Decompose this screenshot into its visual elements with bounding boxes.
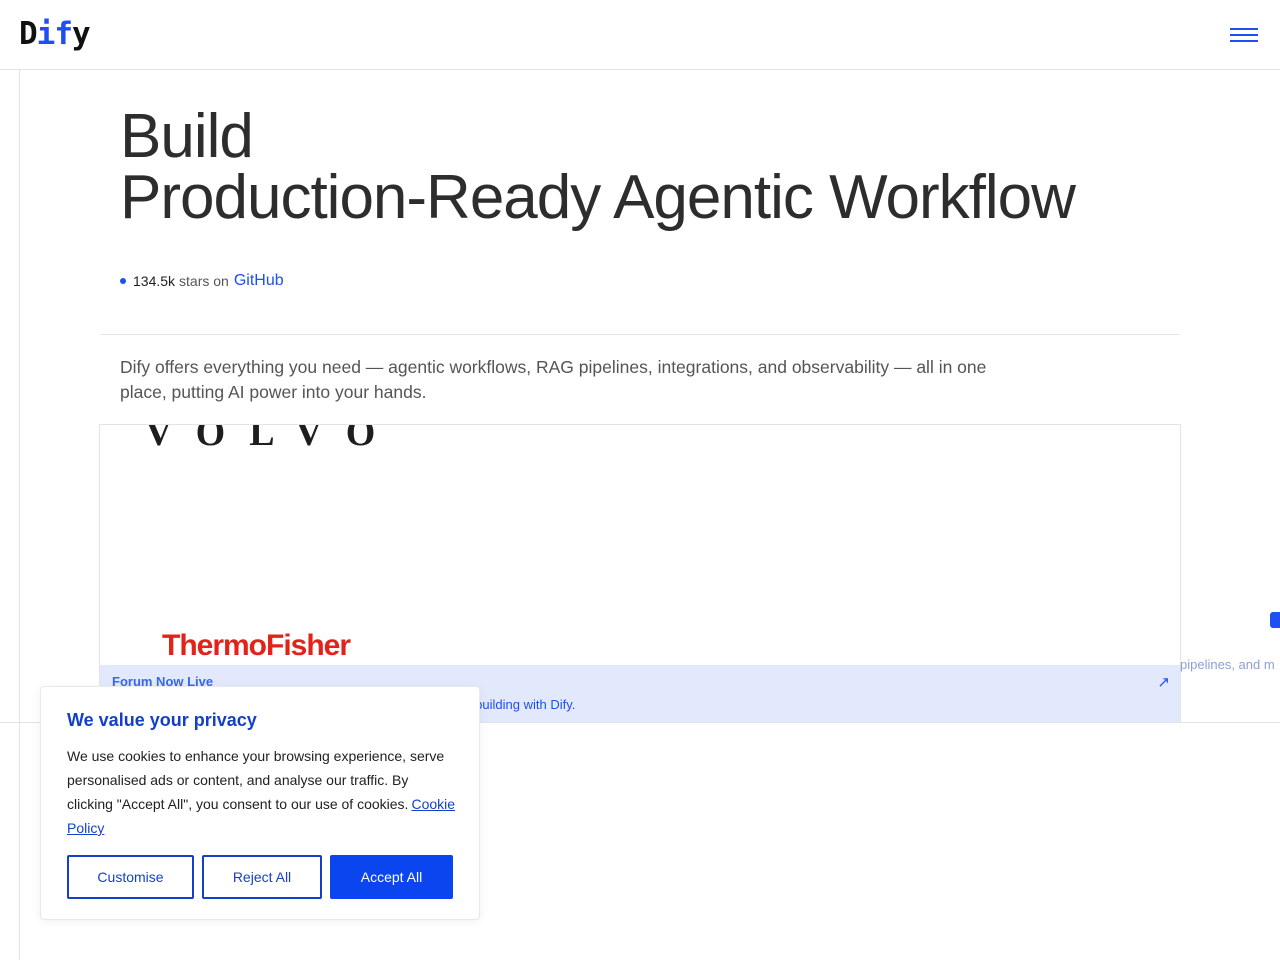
hero-description: Dify offers everything you need — agenti…	[120, 357, 987, 402]
hero-title-line1: Build	[120, 102, 254, 171]
reject-all-button[interactable]: Reject All	[202, 855, 322, 899]
github-link[interactable]: GitHub	[234, 272, 284, 290]
cookie-dialog-body: We use cookies to enhance your browsing …	[67, 744, 457, 840]
github-stars: 134.5k stars on GitHub	[120, 272, 284, 290]
cookie-consent-dialog: We value your privacy We use cookies to …	[40, 686, 480, 920]
logo-letter-d: D	[19, 16, 38, 52]
menu-bar	[1230, 28, 1258, 30]
logo-letter-y: y	[72, 16, 91, 52]
menu-bar	[1230, 40, 1258, 42]
hamburger-menu-icon[interactable]	[1226, 24, 1262, 48]
menu-bar	[1230, 34, 1258, 36]
stars-count: 134.5k	[133, 273, 176, 289]
dify-logo[interactable]: Dify	[19, 14, 91, 54]
hero-title-line2: Production-Ready Agentic Workflow	[120, 163, 1076, 232]
volvo-logo: VOLVO	[145, 424, 400, 454]
customise-button[interactable]: Customise	[67, 855, 194, 899]
thermofisher-logo: ThermoFisher	[162, 629, 351, 662]
stars-text: stars on	[179, 273, 229, 289]
frame-divider	[19, 70, 20, 960]
cookie-body-text: We use cookies to enhance your browsing …	[67, 748, 445, 812]
status-dot-icon	[120, 278, 126, 284]
hero-title: Build Production-Ready Agentic Workflow	[120, 106, 1076, 229]
overflow-description-text: pipelines, and m	[1180, 657, 1275, 672]
logo-letters-if: if	[36, 16, 73, 52]
accept-all-button[interactable]: Accept All	[330, 855, 453, 899]
site-header: Dify	[0, 0, 1280, 70]
external-arrow-icon[interactable]: ↗	[1157, 673, 1170, 691]
overflow-chip	[1270, 612, 1280, 628]
divider	[100, 334, 1180, 335]
cookie-dialog-title: We value your privacy	[67, 710, 257, 730]
